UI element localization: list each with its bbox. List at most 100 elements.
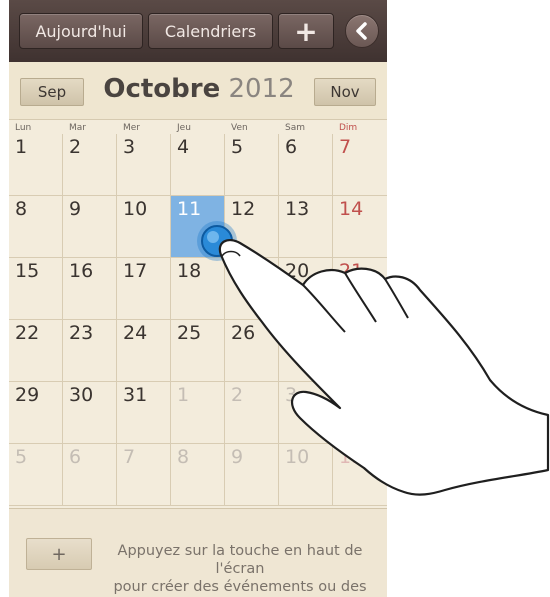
action-bar: Aujourd'hui Calendriers + <box>9 0 387 62</box>
day-cell[interactable]: 20 <box>279 258 333 320</box>
day-cell[interactable]: 6 <box>279 134 333 196</box>
day-number: 12 <box>231 198 256 220</box>
day-cell[interactable]: 11 <box>333 444 387 506</box>
add-event-button[interactable]: + <box>26 538 92 570</box>
day-cell[interactable]: 21 <box>333 258 387 320</box>
day-cell[interactable]: 29 <box>9 382 63 444</box>
day-cell[interactable]: 19 <box>225 258 279 320</box>
day-number: 2 <box>69 136 82 158</box>
month-header: Sep Octobre 2012 Nov <box>9 62 387 120</box>
day-number: 25 <box>177 322 202 344</box>
day-cell[interactable]: 10 <box>117 196 171 258</box>
month-grid: Lun Mar Mer Jeu Ven Sam Dim 1 2 3 4 5 6 7 8 9 10 11 12 13 14… <box>9 122 387 508</box>
day-number: 1 <box>15 136 28 158</box>
day-cell[interactable]: 13 <box>279 196 333 258</box>
day-cell[interactable]: 5 <box>225 134 279 196</box>
day-cell[interactable]: 27 <box>279 320 333 382</box>
day-number: 23 <box>69 322 94 344</box>
month-title: Octobre 2012 <box>89 74 309 104</box>
weekday-header: Dim <box>339 123 358 133</box>
day-number: 7 <box>123 446 136 468</box>
day-number: 14 <box>339 198 364 220</box>
day-cell[interactable]: 8 <box>171 444 225 506</box>
weekday-header: Mer <box>123 123 141 133</box>
day-cell[interactable]: 8 <box>9 196 63 258</box>
day-cell[interactable]: 31 <box>117 382 171 444</box>
day-number: 20 <box>285 260 310 282</box>
day-cell[interactable]: 4 <box>171 134 225 196</box>
day-cell[interactable]: 15 <box>9 258 63 320</box>
weekday-header: Mar <box>69 123 86 133</box>
day-cell[interactable]: 23 <box>63 320 117 382</box>
day-cell[interactable]: 7 <box>117 444 171 506</box>
day-number: 26 <box>231 322 256 344</box>
day-number: 2 <box>231 384 244 406</box>
day-number: 5 <box>15 446 28 468</box>
add-button[interactable]: + <box>278 13 334 49</box>
empty-hint: Appuyez sur la touche en haut de l'écran… <box>95 542 385 597</box>
day-cell[interactable]: 30 <box>63 382 117 444</box>
day-number: 6 <box>285 136 298 158</box>
next-month-button[interactable]: Nov <box>314 78 376 106</box>
day-cell[interactable]: 28 <box>333 320 387 382</box>
back-button[interactable] <box>345 14 379 48</box>
day-number: 10 <box>123 198 148 220</box>
day-cell[interactable]: 12 <box>225 196 279 258</box>
day-cell[interactable]: 6 <box>63 444 117 506</box>
day-number: 13 <box>285 198 310 220</box>
day-cell[interactable]: 1 <box>9 134 63 196</box>
weekday-header: Lun <box>15 123 32 133</box>
day-number: 3 <box>285 384 298 406</box>
day-cell[interactable]: 2 <box>63 134 117 196</box>
day-cell[interactable]: 14 <box>333 196 387 258</box>
day-number: 9 <box>69 198 82 220</box>
day-cell[interactable]: 5 <box>9 444 63 506</box>
day-cell[interactable]: 9 <box>63 196 117 258</box>
day-cell[interactable]: 3 <box>117 134 171 196</box>
day-cell[interactable]: 26 <box>225 320 279 382</box>
prev-month-button[interactable]: Sep <box>20 78 84 106</box>
day-cell[interactable]: 1 <box>171 382 225 444</box>
day-cell[interactable]: 3 <box>279 382 333 444</box>
day-number: 1 <box>177 384 190 406</box>
event-panel: + Appuyez sur la touche en haut de l'écr… <box>9 508 387 597</box>
day-number: 7 <box>339 136 352 158</box>
month-name: Octobre <box>103 74 221 104</box>
day-number: 15 <box>15 260 40 282</box>
day-cell-selected[interactable]: 11 <box>171 196 225 258</box>
day-number: 27 <box>285 322 310 344</box>
day-cell[interactable]: 2 <box>225 382 279 444</box>
day-number: 17 <box>123 260 148 282</box>
day-cell[interactable]: 16 <box>63 258 117 320</box>
year: 2012 <box>228 74 295 104</box>
day-cell[interactable]: 22 <box>9 320 63 382</box>
day-number: 24 <box>123 322 148 344</box>
day-cell[interactable]: 17 <box>117 258 171 320</box>
weekday-header: Ven <box>231 123 248 133</box>
day-number: 8 <box>177 446 190 468</box>
day-number: 28 <box>339 322 364 344</box>
day-cell[interactable]: 25 <box>171 320 225 382</box>
day-number: 4 <box>177 136 190 158</box>
day-number: 19 <box>231 260 256 282</box>
day-cell[interactable]: 9 <box>225 444 279 506</box>
chevron-left-icon <box>356 22 367 40</box>
day-number: 3 <box>123 136 136 158</box>
today-button[interactable]: Aujourd'hui <box>19 13 143 49</box>
weekday-header: Jeu <box>177 123 191 133</box>
calendars-button[interactable]: Calendriers <box>148 13 273 49</box>
day-number: 10 <box>285 446 310 468</box>
day-cell[interactable]: 10 <box>279 444 333 506</box>
day-cell[interactable]: 4 <box>333 382 387 444</box>
day-number: 5 <box>231 136 244 158</box>
day-number: 18 <box>177 260 202 282</box>
day-cell[interactable]: 7 <box>333 134 387 196</box>
day-number: 8 <box>15 198 28 220</box>
weekday-header: Sam <box>285 123 305 133</box>
hint-line-1: Appuyez sur la touche en haut de l'écran <box>117 543 363 577</box>
finger-crease <box>384 278 409 319</box>
day-cell[interactable]: 18 <box>171 258 225 320</box>
day-cell[interactable]: 24 <box>117 320 171 382</box>
day-number: 9 <box>231 446 244 468</box>
day-number: 4 <box>339 384 352 406</box>
